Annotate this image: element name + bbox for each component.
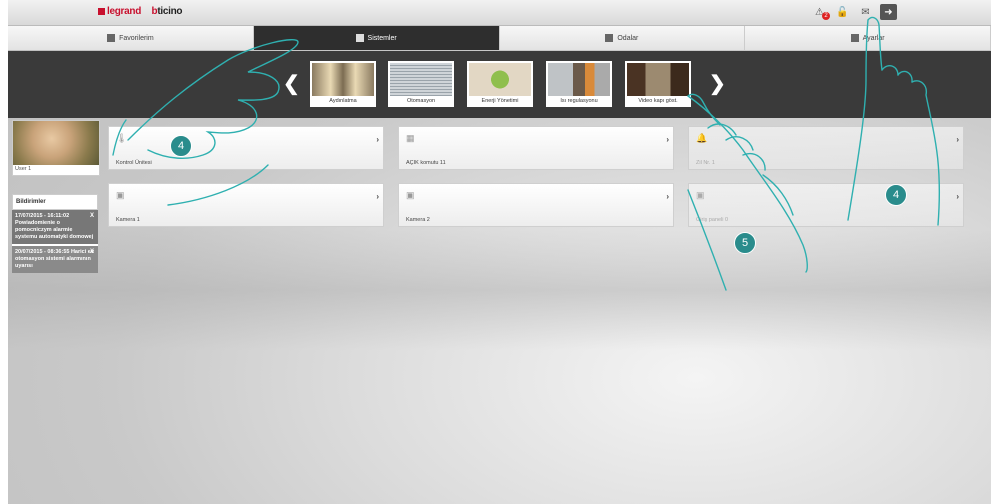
chevron-right-icon: › bbox=[376, 135, 379, 144]
thermometer-icon: 🌡 bbox=[116, 133, 128, 143]
gear-icon bbox=[850, 34, 859, 42]
main-tabs: Favorilerim Sistemler Odalar Ayarlar bbox=[8, 26, 991, 50]
logo: legrand bticino bbox=[98, 6, 183, 17]
callout-number: 4 bbox=[170, 135, 192, 157]
entry-panel-icon: ▣ bbox=[696, 190, 705, 200]
chevron-right-icon: › bbox=[956, 135, 959, 144]
chevron-right-icon: › bbox=[666, 192, 669, 201]
chevron-right-icon: › bbox=[376, 192, 379, 201]
system-tile-lighting[interactable]: Aydınlatma bbox=[310, 61, 376, 107]
systems-icon bbox=[355, 34, 364, 42]
close-icon[interactable]: X bbox=[90, 213, 94, 220]
carousel-prev-icon[interactable]: ❮ bbox=[283, 71, 300, 96]
device-card-zil[interactable]: 🔔 Zil Nr. 1 › bbox=[688, 126, 964, 170]
system-tile-energy[interactable]: Enerji Yönetimi bbox=[467, 61, 533, 107]
notification-item[interactable]: 17/07/2015 - 16:11:02 Powiadomienie o po… bbox=[12, 210, 98, 244]
top-bar: legrand bticino ⚠ 2 🔓 ✉ ➜ bbox=[8, 0, 991, 26]
device-card-kamera-2[interactable]: ▣ Kamera 2 › bbox=[398, 183, 674, 227]
alarm-count-badge: 2 bbox=[822, 12, 830, 20]
device-card-acik-komutu[interactable]: ▦ AÇIK komutu 11 › bbox=[398, 126, 674, 170]
star-icon bbox=[107, 34, 116, 42]
command-icon: ▦ bbox=[406, 133, 415, 143]
avatar bbox=[13, 121, 99, 165]
tab-sistemler[interactable]: Sistemler bbox=[253, 26, 500, 50]
camera-icon: ▣ bbox=[406, 190, 415, 200]
callout-number: 5 bbox=[734, 232, 756, 254]
tab-odalar[interactable]: Odalar bbox=[499, 26, 746, 50]
device-card-giris-paneli[interactable]: ▣ Giriş paneli 0 › bbox=[688, 183, 964, 227]
close-icon[interactable]: X bbox=[90, 249, 94, 256]
carousel-next-icon[interactable]: ❯ bbox=[709, 71, 726, 96]
logout-icon[interactable]: ➜ bbox=[880, 4, 897, 20]
chevron-right-icon: › bbox=[666, 135, 669, 144]
system-tile-heating[interactable]: Isı regulasyonu bbox=[546, 61, 612, 107]
notifications-panel: Bildirimler 17/07/2015 - 16:11:02 Powiad… bbox=[12, 194, 98, 273]
systems-carousel: ❮ Aydınlatma Otomasyon Enerji Yönetimi I… bbox=[8, 51, 991, 118]
device-card-kontrol-unitesi[interactable]: 🌡 Kontrol Ünitesi › bbox=[108, 126, 384, 170]
callout-number: 4 bbox=[885, 184, 907, 206]
tab-ayarlar[interactable]: Ayarlar bbox=[745, 26, 991, 50]
user-panel[interactable]: User 1 bbox=[12, 120, 100, 176]
mail-icon[interactable]: ✉ bbox=[857, 4, 874, 20]
notifications-title: Bildirimler bbox=[12, 194, 98, 210]
tab-favorilerim[interactable]: Favorilerim bbox=[8, 26, 254, 50]
system-tile-video-door[interactable]: Video kapı göst. bbox=[625, 61, 691, 107]
app-frame: legrand bticino ⚠ 2 🔓 ✉ ➜ Favorilerim Sis… bbox=[8, 0, 991, 504]
alarm-icon[interactable]: ⚠ 2 bbox=[811, 4, 830, 20]
camera-icon: ▣ bbox=[116, 190, 125, 200]
notification-item[interactable]: 20/07/2015 - 08:36:55 Harici ev otomasyo… bbox=[12, 244, 98, 273]
bell-icon: 🔔 bbox=[696, 133, 708, 143]
lock-icon[interactable]: 🔓 bbox=[834, 4, 851, 20]
device-card-kamera-1[interactable]: ▣ Kamera 1 › bbox=[108, 183, 384, 227]
system-tile-automation[interactable]: Otomasyon bbox=[388, 61, 454, 107]
rooms-icon bbox=[605, 34, 614, 42]
chevron-right-icon: › bbox=[956, 192, 959, 201]
